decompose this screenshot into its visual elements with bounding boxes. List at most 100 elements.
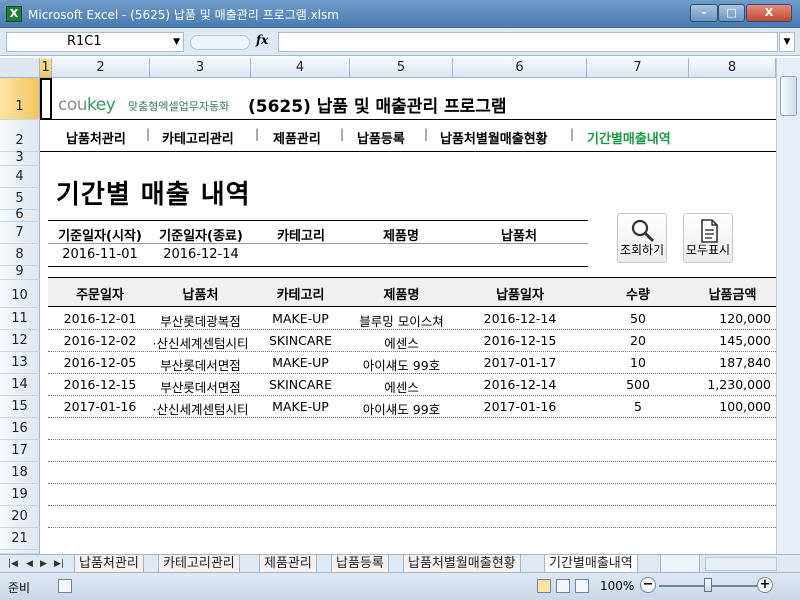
row-header[interactable]: 7 bbox=[0, 222, 40, 244]
row-header[interactable]: 20 bbox=[0, 506, 40, 528]
page-break-view-icon[interactable] bbox=[575, 579, 589, 593]
cell-quantity[interactable]: 5 bbox=[587, 399, 689, 414]
row-header[interactable]: 9 bbox=[0, 265, 40, 280]
cell-quantity[interactable]: 50 bbox=[587, 311, 689, 326]
row-header[interactable]: 15 bbox=[0, 396, 40, 418]
cell-amount[interactable]: 120,000 bbox=[689, 311, 771, 326]
nav-item-delivery[interactable]: 납품등록 bbox=[357, 128, 405, 147]
row-header[interactable]: 11 bbox=[0, 308, 40, 330]
cell-vendor[interactable]: 부산롯데서면점 bbox=[150, 377, 251, 396]
cell-product[interactable]: 아이섀도 99호 bbox=[350, 399, 453, 418]
cell-order-date[interactable]: 2016-12-05 bbox=[52, 355, 148, 370]
sheet-tab-period-sales[interactable]: 기간별매출내역 bbox=[544, 555, 638, 573]
nav-item-monthly-sales[interactable]: 납품처별월매출현황 bbox=[440, 128, 548, 147]
cell-quantity[interactable]: 500 bbox=[587, 377, 689, 392]
active-cell[interactable] bbox=[40, 78, 52, 120]
cell-quantity[interactable]: 10 bbox=[587, 355, 689, 370]
row-header[interactable]: 8 bbox=[0, 244, 40, 266]
cell-product[interactable]: 에센스 bbox=[350, 377, 453, 396]
name-box[interactable]: R1C1 ▼ bbox=[6, 32, 184, 52]
insert-function-icon[interactable]: fx bbox=[256, 33, 268, 47]
chevron-down-icon[interactable]: ▼ bbox=[779, 32, 795, 52]
nav-item-product[interactable]: 제품관리 bbox=[273, 128, 321, 147]
vertical-scrollbar[interactable] bbox=[776, 58, 800, 554]
cell-order-date[interactable]: 2017-01-16 bbox=[52, 399, 148, 414]
col-header[interactable]: 5 bbox=[350, 58, 453, 78]
row-header[interactable]: 10 bbox=[0, 280, 40, 308]
sheet-tab-delivery[interactable]: 납품등록 bbox=[331, 555, 389, 573]
nav-item-category[interactable]: 카테고리관리 bbox=[162, 128, 234, 147]
search-button[interactable]: 조회하기 bbox=[617, 213, 667, 263]
row-header[interactable]: 17 bbox=[0, 440, 40, 462]
col-header[interactable]: 1 bbox=[40, 58, 52, 78]
cell-product[interactable]: 아이섀도 99호 bbox=[350, 355, 453, 374]
sheet-tab-monthly-sales[interactable]: 납품처별월매출현황 bbox=[403, 555, 521, 573]
cell-amount[interactable]: 145,000 bbox=[689, 333, 771, 348]
cell-delivery-date[interactable]: 2017-01-17 bbox=[453, 355, 587, 370]
cell-quantity[interactable]: 20 bbox=[587, 333, 689, 348]
cell-amount[interactable]: 1,230,000 bbox=[689, 377, 771, 392]
cell-product[interactable]: 블루밍 모이스쳐 bbox=[350, 311, 453, 330]
nav-item-period-sales[interactable]: 기간별매출내역 bbox=[587, 128, 671, 147]
normal-view-icon[interactable] bbox=[537, 579, 551, 593]
cell-vendor[interactable]: ·산신세계센텀시티 bbox=[150, 333, 251, 352]
col-header[interactable]: 8 bbox=[689, 58, 776, 78]
cell-order-date[interactable]: 2016-12-15 bbox=[52, 377, 148, 392]
zoom-out-button[interactable]: − bbox=[640, 577, 656, 593]
cell-category[interactable]: MAKE-UP bbox=[251, 399, 350, 414]
col-header[interactable]: 3 bbox=[150, 58, 251, 78]
worksheet[interactable]: coukey 맞춤형엑셀업무자동화 (5625) 납품 및 매출관리 프로그램 … bbox=[40, 78, 776, 554]
row-header[interactable]: 21 bbox=[0, 528, 40, 550]
nav-item-vendor[interactable]: 납품처관리 bbox=[66, 128, 126, 147]
cell-category[interactable]: SKINCARE bbox=[251, 333, 350, 348]
filter-product[interactable] bbox=[350, 247, 452, 263]
row-header[interactable]: 19 bbox=[0, 484, 40, 506]
row-header[interactable]: 18 bbox=[0, 462, 40, 484]
first-sheet-icon[interactable]: |◀ bbox=[8, 555, 18, 573]
restore-button[interactable]: □ bbox=[718, 4, 745, 22]
row-header[interactable]: 3 bbox=[0, 151, 40, 166]
cell-vendor[interactable]: 부산롯데광복점 bbox=[150, 311, 251, 330]
row-header[interactable]: 12 bbox=[0, 330, 40, 352]
cell-category[interactable]: SKINCARE bbox=[251, 377, 350, 392]
zoom-level[interactable]: 100% bbox=[600, 579, 634, 593]
cell-amount[interactable]: 100,000 bbox=[689, 399, 771, 414]
filter-end-date[interactable]: 2016-12-14 bbox=[152, 247, 250, 262]
select-all-corner[interactable] bbox=[0, 58, 40, 78]
row-header[interactable]: 2 bbox=[0, 120, 40, 152]
zoom-slider-thumb[interactable] bbox=[704, 578, 712, 592]
chevron-down-icon[interactable]: ▼ bbox=[173, 33, 180, 51]
prev-sheet-icon[interactable]: ◀ bbox=[26, 555, 33, 573]
page-layout-view-icon[interactable] bbox=[556, 579, 570, 593]
cell-delivery-date[interactable]: 2016-12-15 bbox=[453, 333, 587, 348]
cell-category[interactable]: MAKE-UP bbox=[251, 355, 350, 370]
cell-order-date[interactable]: 2016-12-01 bbox=[52, 311, 148, 326]
insert-sheet-icon[interactable] bbox=[660, 555, 700, 573]
zoom-in-button[interactable]: + bbox=[757, 577, 773, 593]
cell-vendor[interactable]: 부산롯데서면점 bbox=[150, 355, 251, 374]
cell-delivery-date[interactable]: 2016-12-14 bbox=[453, 311, 587, 326]
formula-input[interactable] bbox=[278, 32, 778, 52]
row-header[interactable]: 16 bbox=[0, 418, 40, 440]
col-header[interactable]: 6 bbox=[453, 58, 587, 78]
row-header[interactable]: 13 bbox=[0, 352, 40, 374]
cell-delivery-date[interactable]: 2016-12-14 bbox=[453, 377, 587, 392]
next-sheet-icon[interactable]: ▶ bbox=[40, 555, 47, 573]
scroll-thumb[interactable] bbox=[780, 76, 797, 116]
cell-delivery-date[interactable]: 2017-01-16 bbox=[453, 399, 587, 414]
minimize-button[interactable]: – bbox=[690, 4, 718, 22]
col-header[interactable]: 2 bbox=[52, 58, 150, 78]
close-button[interactable]: X bbox=[746, 4, 792, 22]
filter-category[interactable] bbox=[252, 247, 350, 263]
row-header[interactable]: 6 bbox=[0, 208, 40, 222]
cell-amount[interactable]: 187,840 bbox=[689, 355, 771, 370]
sheet-tab-product[interactable]: 제품관리 bbox=[259, 555, 317, 573]
formula-splitter[interactable] bbox=[190, 35, 250, 50]
filter-start-date[interactable]: 2016-11-01 bbox=[52, 247, 148, 262]
horizontal-scrollbar[interactable] bbox=[705, 557, 777, 571]
row-header[interactable]: 4 bbox=[0, 166, 40, 188]
last-sheet-icon[interactable]: ▶| bbox=[54, 555, 64, 573]
cell-product[interactable]: 에센스 bbox=[350, 333, 453, 352]
col-header[interactable]: 4 bbox=[251, 58, 350, 78]
filter-vendor[interactable] bbox=[452, 247, 586, 263]
